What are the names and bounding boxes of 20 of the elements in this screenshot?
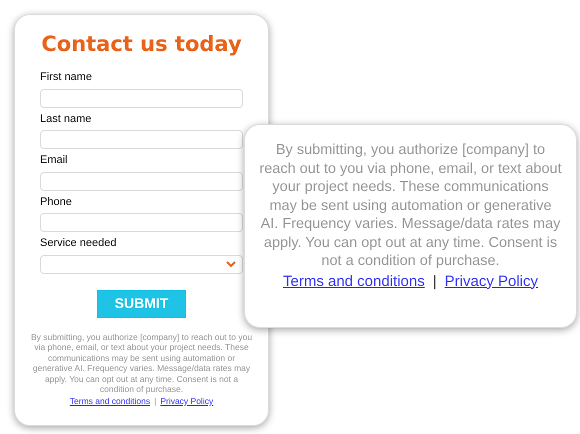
terms-link[interactable]: Terms and conditions xyxy=(282,270,425,293)
form-title: Contact us today xyxy=(40,31,243,58)
input-field[interactable] xyxy=(40,130,243,150)
field-label: Last name xyxy=(40,112,92,127)
callout-disclaimer-text: By submitting, you authorize [company] to reach out to you via phone, email, or text about your project needs. These communications may be sent using automation or generative AI. Frequency varies. Message/data rates may apply. You can opt out at any time. Consent is not a condition of purchase. xyxy=(259,141,562,270)
link-separator: | xyxy=(432,272,437,292)
input-field[interactable] xyxy=(40,88,243,108)
privacy-link[interactable]: Privacy Policy xyxy=(160,394,214,408)
input-field[interactable] xyxy=(40,172,243,191)
field-label: Phone xyxy=(40,194,73,210)
disclaimer-text: By submitting, you authorize [company] to reach out to you via phone, email, or text about your project needs. These communications may be sent using automation or generative AI. Frequency varies. Message/data rates may apply. You can opt out at any time. Consent is not a condition of purchase. xyxy=(30,332,253,395)
privacy-link[interactable]: Privacy Policy xyxy=(444,270,538,293)
field-label: Service needed xyxy=(40,236,118,252)
chevron-down-icon xyxy=(226,260,236,268)
service-select[interactable] xyxy=(40,254,243,274)
link-separator: | xyxy=(154,394,156,408)
field-label: First name xyxy=(40,70,93,86)
input-field[interactable] xyxy=(40,213,243,232)
field-label: Email xyxy=(40,153,69,168)
terms-link[interactable]: Terms and conditions xyxy=(70,394,150,408)
